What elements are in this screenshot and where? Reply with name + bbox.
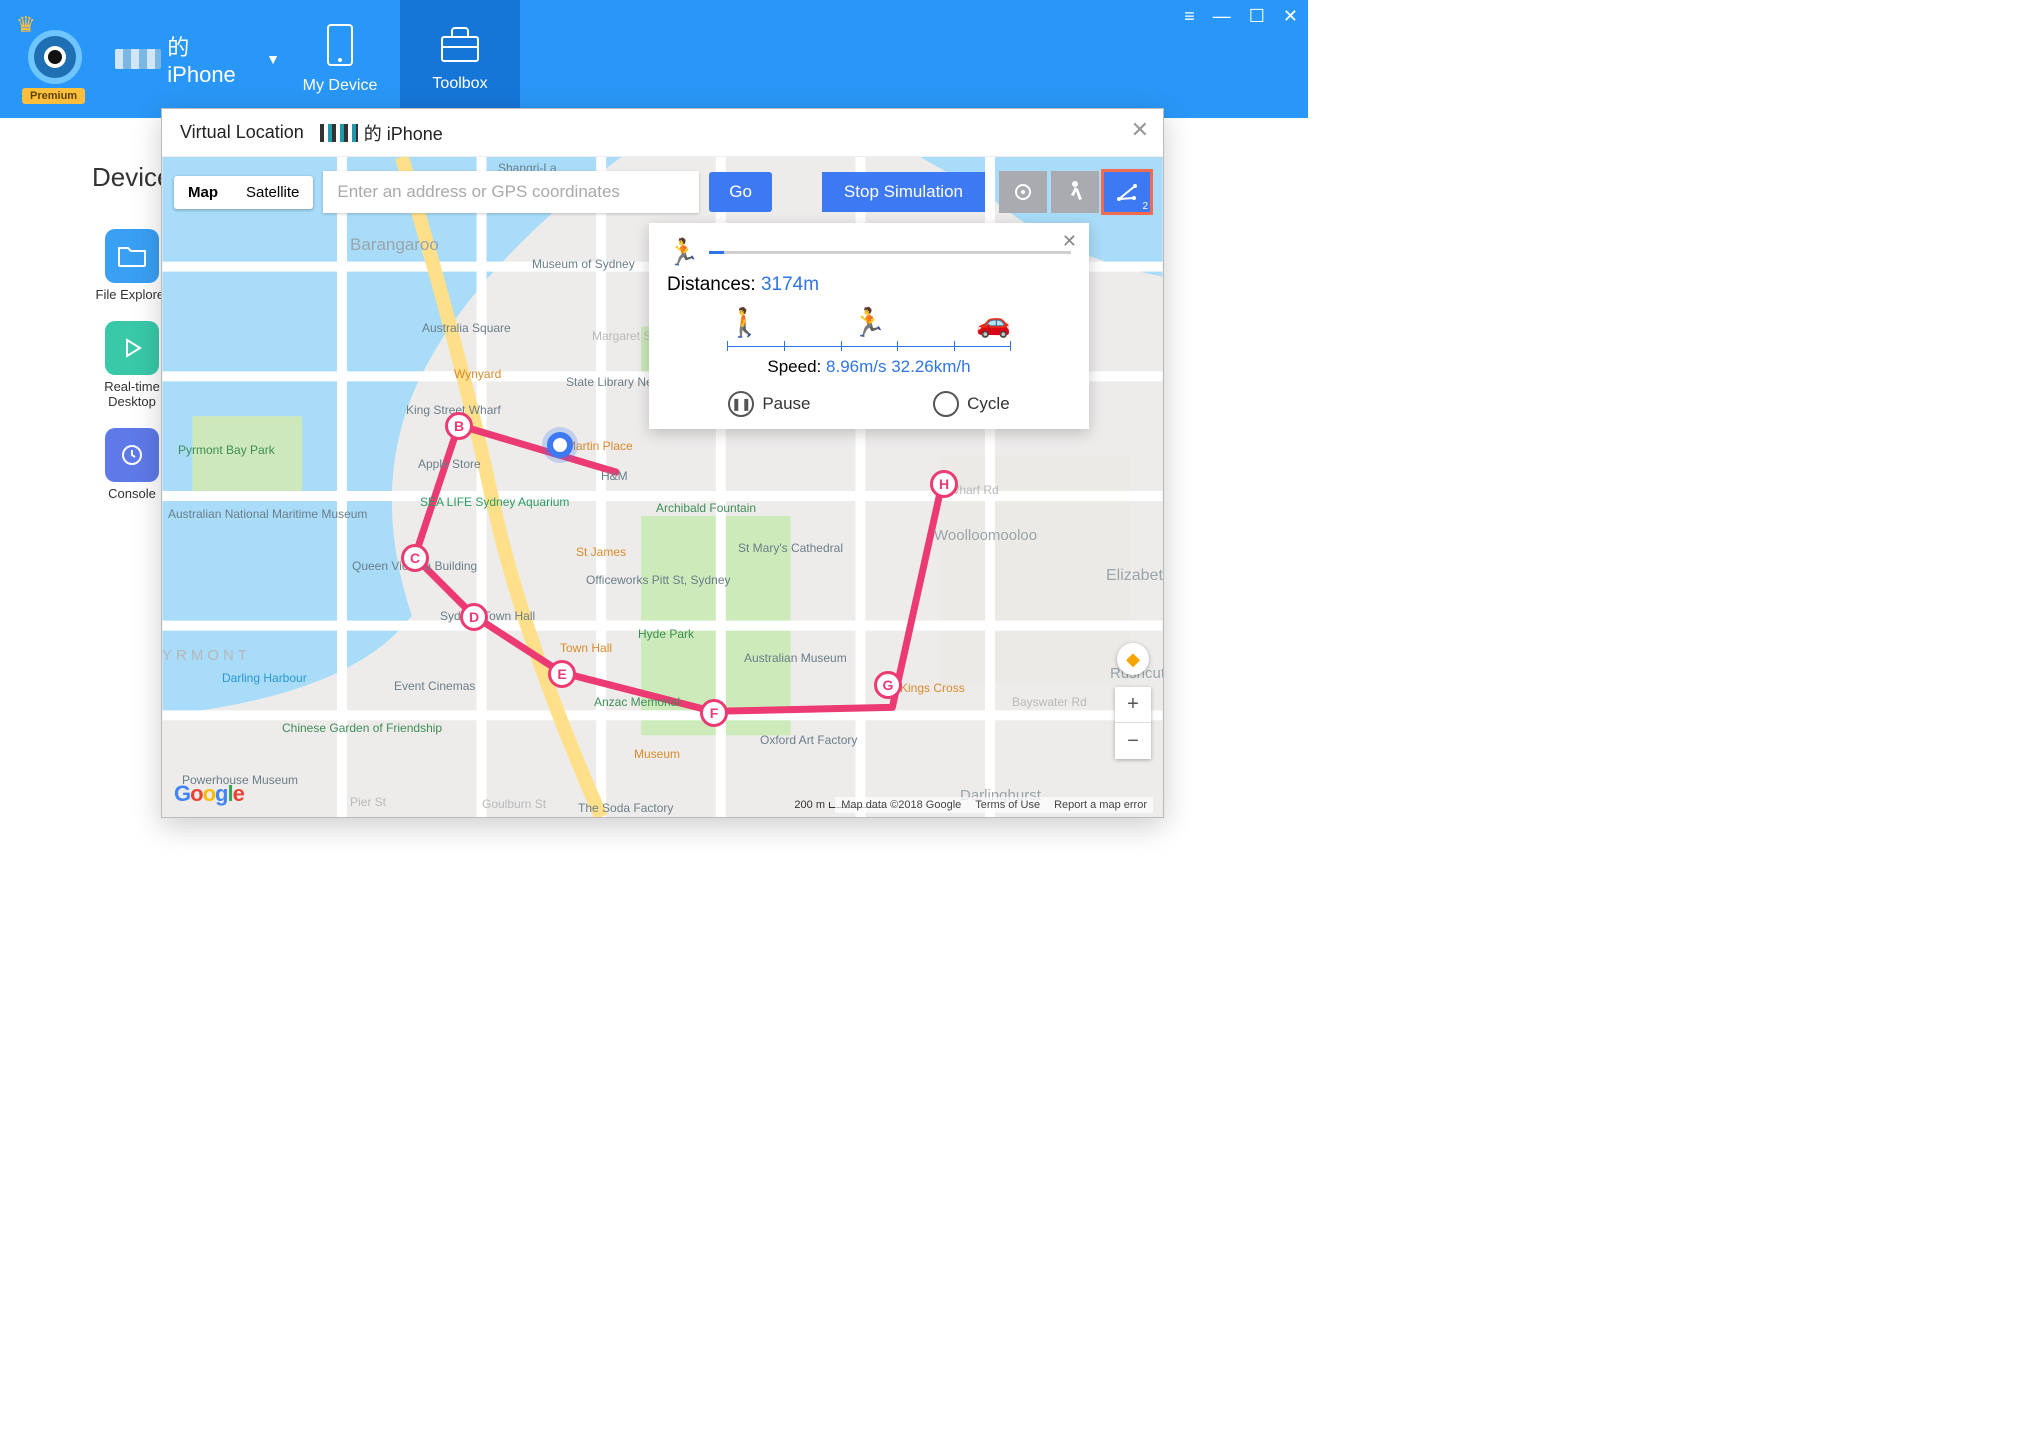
mode-buttons: 2 [999, 171, 1151, 213]
route-pin-f[interactable]: F [700, 699, 728, 727]
zoom-out-button[interactable]: − [1115, 723, 1151, 759]
minimize-button[interactable]: — [1213, 6, 1231, 27]
close-icon[interactable]: ✕ [1131, 117, 1149, 143]
search-input[interactable] [323, 171, 699, 213]
premium-badge: Premium [22, 88, 85, 104]
virtual-location-modal: Virtual Location 的 iPhone ✕ [161, 108, 1164, 818]
map-footer: Map data ©2018 Google Terms of Use Repor… [835, 797, 1153, 813]
map-top-controls: Map Satellite Go Stop Simulation 2 [174, 171, 1151, 213]
walk-icon[interactable]: 🚶 [727, 306, 762, 339]
map-type-satellite[interactable]: Satellite [232, 176, 313, 209]
stop-simulation-button[interactable]: Stop Simulation [822, 172, 985, 212]
map-type-switch: Map Satellite [174, 176, 313, 209]
sidebar-item-file-explorer[interactable]: File Explorer [92, 229, 172, 303]
zoom-in-button[interactable]: + [1115, 687, 1151, 723]
sidebar-item-console[interactable]: Console [92, 428, 172, 502]
close-icon[interactable]: ✕ [1062, 231, 1077, 252]
map-type-map[interactable]: Map [174, 176, 232, 209]
pegman-icon: ◆ [1126, 649, 1140, 670]
sidebar: Device File Explorer Real-time Desktop C… [92, 162, 172, 501]
car-icon[interactable]: 🚗 [976, 306, 1011, 339]
clock-icon [105, 428, 159, 482]
zoom-control: + − [1115, 687, 1151, 759]
chevron-down-icon: ▼ [266, 51, 280, 67]
route-pin-d[interactable]: D [460, 603, 488, 631]
route-pin-c[interactable]: C [401, 544, 429, 572]
route-count-badge: 2 [1142, 201, 1148, 212]
map[interactable]: Barangaroo Pyrmont Bay Park Australian N… [162, 157, 1163, 817]
app-header: ♛ Premium 的 iPhone ▼ My Device Toolbox ≡… [0, 0, 1308, 118]
logo-area: ♛ Premium 的 iPhone ▼ [0, 0, 280, 118]
simulation-info-panel: ✕ 🏃 Distances: 3174m 🚶 🏃 🚗 Speed: 8.96m/… [649, 223, 1089, 429]
device-icon [320, 23, 360, 67]
crown-icon: ♛ [16, 12, 36, 38]
speed-slider[interactable] [727, 341, 1011, 351]
route-pin-b[interactable]: B [445, 412, 473, 440]
tab-toolbox[interactable]: Toolbox [400, 0, 520, 118]
locate-button[interactable] [999, 171, 1047, 213]
maximize-button[interactable]: ☐ [1249, 6, 1265, 27]
route-mode-button[interactable]: 2 [1103, 171, 1151, 213]
play-icon [105, 321, 159, 375]
go-button[interactable]: Go [709, 172, 772, 212]
route-pin-g[interactable]: G [874, 671, 902, 699]
terms-link[interactable]: Terms of Use [975, 799, 1040, 811]
window-controls: ≡ — ☐ ✕ [1184, 6, 1298, 27]
app-logo: ♛ Premium [14, 16, 97, 102]
route-icon [1115, 181, 1139, 203]
cycle-button[interactable]: Cycle [933, 391, 1010, 417]
run-icon[interactable]: 🏃 [852, 306, 887, 339]
pegman-button[interactable]: ◆ [1117, 643, 1149, 675]
toolbox-icon [438, 25, 482, 65]
nav-tabs: My Device Toolbox [280, 0, 520, 118]
sidebar-heading: Device [92, 162, 172, 193]
device-dropdown[interactable]: 的 iPhone ▼ [115, 30, 280, 88]
tab-my-device[interactable]: My Device [280, 0, 400, 118]
cycle-icon [933, 391, 959, 417]
distance-readout: Distances: 3174m [667, 274, 1071, 296]
current-location-marker [547, 432, 573, 458]
menu-icon[interactable]: ≡ [1184, 6, 1195, 27]
google-logo: Google [174, 781, 244, 807]
map-label: Barangaroo [350, 235, 439, 255]
progress-track[interactable] [709, 251, 1071, 254]
runner-icon: 🏃 [667, 237, 699, 268]
pause-button[interactable]: ❚❚ Pause [728, 391, 810, 417]
modal-title: Virtual Location 的 iPhone ✕ [162, 109, 1163, 157]
device-name-obscured [115, 49, 161, 69]
sidebar-item-realtime-desktop[interactable]: Real-time Desktop [92, 321, 172, 410]
pause-icon: ❚❚ [728, 391, 754, 417]
folder-icon [105, 229, 159, 283]
attribution-text: Map data ©2018 Google [841, 799, 961, 811]
walk-mode-button[interactable] [1051, 171, 1099, 213]
target-icon [1012, 181, 1034, 203]
route-pin-h[interactable]: H [930, 470, 958, 498]
speed-mode-icons: 🚶 🏃 🚗 [727, 306, 1011, 339]
report-error-link[interactable]: Report a map error [1054, 799, 1147, 811]
walk-icon [1065, 180, 1085, 204]
route-pin-e[interactable]: E [548, 660, 576, 688]
close-button[interactable]: ✕ [1283, 6, 1298, 27]
speed-readout: Speed: 8.96m/s 32.26km/h [667, 357, 1071, 377]
device-name-obscured [320, 124, 358, 142]
